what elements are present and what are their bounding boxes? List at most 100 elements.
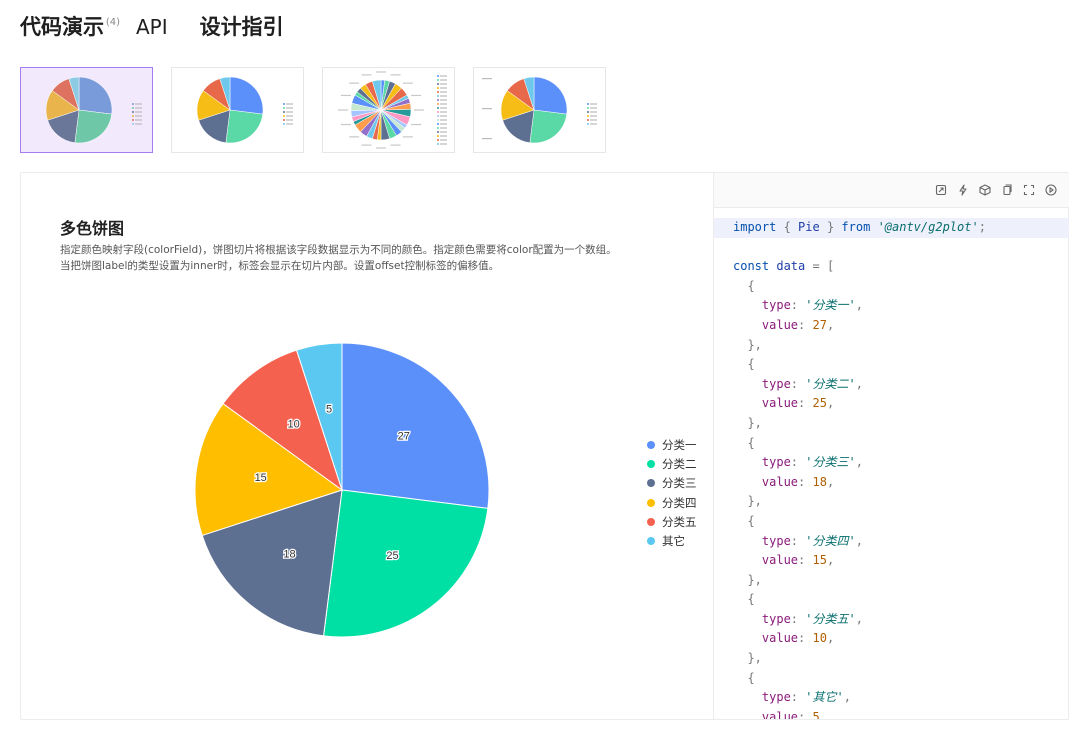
thumbnail-multi-color-pie[interactable] — [20, 67, 153, 153]
thumbnail-legend-text — [135, 103, 142, 105]
code-line: type: '分类五', — [714, 610, 1069, 630]
tab-design-guide[interactable]: 设计指引 — [200, 12, 284, 42]
code-editor[interactable]: import { Pie } from '@antv/g2plot'; const… — [714, 208, 1069, 719]
code-token: , — [855, 533, 863, 548]
thumbnail-legend-dot — [132, 115, 134, 117]
thumbnail-legend-dot — [437, 143, 439, 145]
pie-slice-label: 27 — [398, 431, 410, 443]
codesandbox-icon[interactable] — [935, 184, 947, 196]
demo-thumbnail-list — [20, 67, 624, 153]
thumbnail-label — [390, 74, 401, 76]
code-token: { — [776, 220, 799, 234]
thumbnail-legend-text — [590, 111, 597, 113]
thumbnail-label — [349, 82, 360, 84]
code-token: type — [733, 690, 791, 705]
code-token: : — [798, 474, 813, 489]
code-line: { — [714, 669, 1069, 689]
code-line: value: 18, — [714, 473, 1069, 493]
thumbnail-pie-image — [482, 76, 597, 144]
thumbnail-label — [482, 138, 492, 140]
thumbnail-legend-dot — [132, 111, 134, 113]
pie-slice-label: 5 — [326, 404, 332, 416]
thumbnail-label — [340, 94, 351, 97]
code-line: { — [714, 277, 1069, 297]
legend-marker — [647, 517, 655, 526]
legend-item[interactable]: 分类五 — [647, 512, 697, 531]
legend-label: 分类四 — [662, 495, 697, 510]
code-token: }, — [733, 651, 762, 666]
code-token: : — [798, 631, 813, 646]
code-line: value: 10, — [714, 629, 1069, 649]
fullscreen-icon[interactable] — [1023, 184, 1035, 196]
thumbnail-legend-dot — [437, 115, 439, 117]
code-token: , — [826, 553, 835, 568]
thumbnail-legend-dot — [283, 123, 285, 125]
code-line: { — [714, 355, 1069, 375]
thumbnail-pie-outer-label[interactable] — [171, 67, 304, 153]
legend-label: 分类三 — [662, 476, 697, 491]
tab-code-demo[interactable]: 代码演示 (4) — [20, 12, 120, 43]
code-token: 25 — [812, 396, 827, 411]
thumbnail-legend-text — [590, 123, 597, 125]
thumbnail-legend-text — [440, 131, 447, 133]
tab-code-demo-count: (4) — [105, 17, 120, 28]
thumbnail-legend-dot — [437, 119, 439, 121]
legend-item[interactable]: 分类一 — [647, 435, 697, 454]
riddle-icon[interactable] — [957, 184, 969, 196]
thumbnail-legend-dot — [437, 87, 439, 89]
thumbnail-legend-text — [286, 115, 293, 117]
legend-item[interactable]: 分类四 — [647, 493, 697, 512]
thumbnail-legend-text — [440, 135, 447, 137]
code-token: import — [733, 220, 777, 234]
thumbnail-legend-dot — [587, 103, 589, 105]
thumbnail-label — [340, 123, 351, 126]
pie-slice[interactable] — [323, 489, 489, 638]
code-token: , — [826, 396, 835, 411]
legend-item[interactable]: 其它 — [647, 531, 697, 550]
code-token: '分类三' — [805, 455, 856, 470]
legend-label: 分类一 — [662, 437, 697, 452]
legend-item[interactable]: 分类三 — [647, 474, 697, 493]
thumbnail-legend-dot — [132, 103, 134, 105]
thumbnail-pie-many-slices[interactable] — [322, 67, 455, 153]
play-icon[interactable] — [1045, 184, 1057, 196]
code-token: , — [826, 317, 835, 332]
thumbnail-slice — [529, 109, 568, 144]
code-token: , — [855, 298, 863, 313]
legend-item[interactable]: 分类二 — [647, 454, 697, 473]
code-line: value: 15, — [714, 551, 1069, 571]
code-token: value — [733, 317, 799, 332]
code-line: value: 25, — [714, 394, 1069, 414]
copy-icon[interactable] — [1001, 184, 1013, 196]
codepen-icon[interactable] — [979, 184, 991, 196]
tab-api[interactable]: API — [136, 12, 168, 42]
code-panel: import { Pie } from '@antv/g2plot'; const… — [713, 173, 1069, 719]
thumbnail-legend-text — [440, 127, 447, 129]
code-token: { — [733, 592, 755, 607]
code-line: value: 5 — [714, 708, 1069, 719]
code-token: : — [798, 396, 813, 411]
code-token: = [ — [805, 259, 835, 274]
pie-slice[interactable] — [341, 342, 490, 509]
code-token: 5 — [812, 709, 820, 719]
thumbnail-pie-spider-label[interactable] — [473, 67, 606, 153]
code-token: type — [733, 298, 791, 313]
code-token: 15 — [812, 553, 827, 568]
thumbnail-label — [338, 109, 348, 111]
pie-slice-label: 15 — [255, 472, 267, 484]
tab-api-label: API — [136, 15, 168, 39]
code-token: : — [790, 533, 806, 548]
thumbnail-label — [390, 144, 401, 146]
thumbnail-slice — [229, 76, 264, 115]
thumbnail-legend-text — [135, 119, 142, 121]
thumbnail-slice — [533, 76, 568, 115]
code-token: value — [733, 553, 799, 568]
code-line: { — [714, 590, 1069, 610]
thumbnail-legend-text — [440, 139, 447, 141]
code-token: const — [733, 259, 770, 274]
code-token: type — [733, 533, 791, 548]
legend-marker — [647, 537, 655, 546]
thumbnail-legend-text — [440, 115, 447, 117]
